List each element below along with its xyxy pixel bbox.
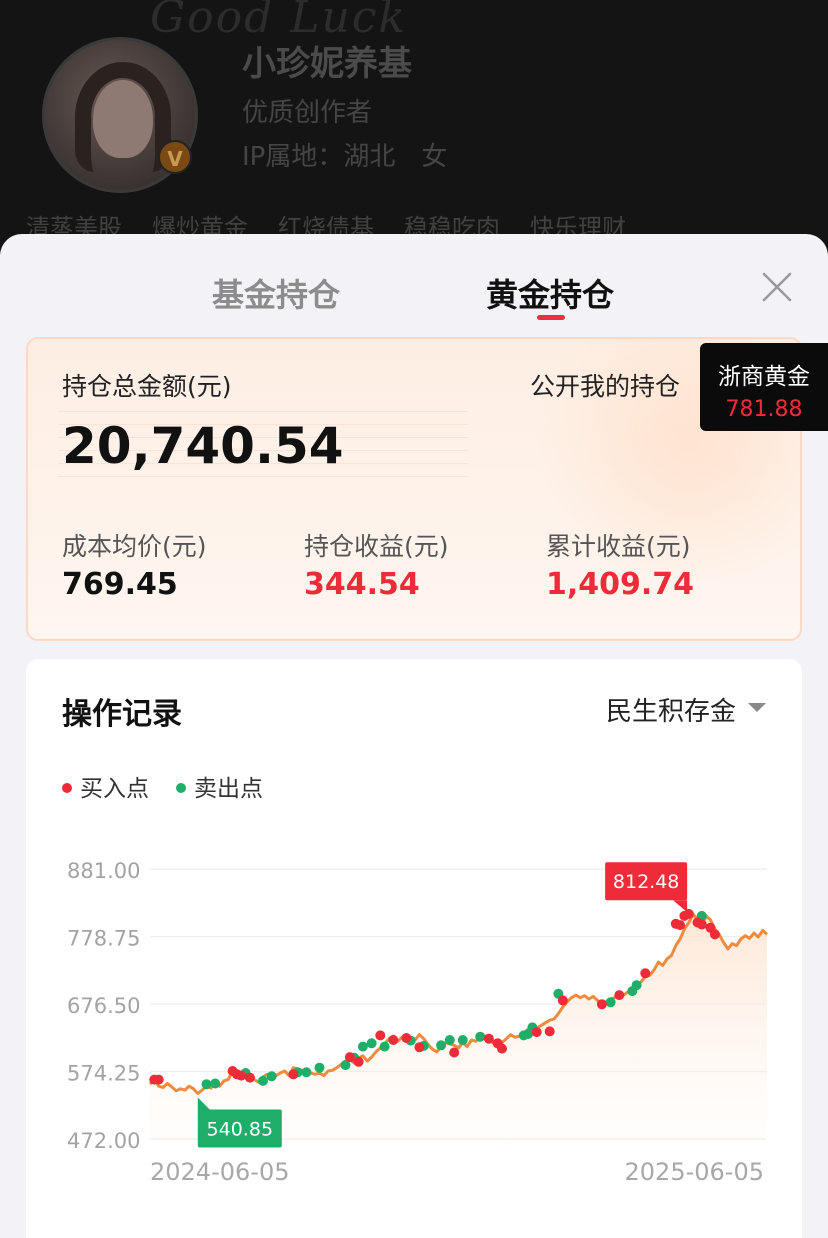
buy-point xyxy=(696,919,707,930)
buy-point xyxy=(640,968,651,979)
sell-point xyxy=(266,1071,277,1082)
sell-point xyxy=(631,980,642,991)
y-tick-label: 574.25 xyxy=(67,1062,140,1086)
high-callout-pointer xyxy=(673,900,688,913)
sell-point xyxy=(357,1041,368,1052)
sell-point xyxy=(457,1035,468,1045)
sell-point xyxy=(210,1078,221,1089)
buy-point xyxy=(531,1027,542,1038)
buy-point xyxy=(153,1074,164,1085)
y-tick-label: 676.50 xyxy=(67,994,140,1018)
x-start-label: 2024-06-05 xyxy=(150,1158,289,1186)
buy-point xyxy=(449,1047,460,1058)
sell-point xyxy=(475,1031,486,1042)
sell-point xyxy=(436,1040,447,1051)
buy-point xyxy=(544,1026,555,1037)
buy-point xyxy=(375,1030,386,1041)
x-end-label: 2025-06-05 xyxy=(625,1158,764,1186)
buy-point xyxy=(497,1043,507,1054)
buy-point xyxy=(483,1033,494,1044)
buy-point xyxy=(353,1056,364,1067)
sell-point xyxy=(201,1079,212,1090)
price-chart[interactable]: 881.00 778.75 676.50 574.25 472.00 812.48 540.… xyxy=(0,0,828,1238)
buy-point xyxy=(709,929,720,940)
buy-point xyxy=(557,995,568,1006)
buy-point xyxy=(614,990,625,1001)
buy-point xyxy=(236,1070,247,1081)
sell-point xyxy=(301,1067,312,1078)
buy-point xyxy=(401,1033,412,1043)
buy-point xyxy=(414,1042,425,1053)
buy-point xyxy=(675,920,686,931)
sell-point xyxy=(605,997,616,1008)
buy-point xyxy=(344,1052,355,1063)
sell-point xyxy=(314,1062,325,1073)
buy-point xyxy=(596,999,607,1010)
low-price-label: 540.85 xyxy=(207,1119,273,1141)
y-tick-label: 472.00 xyxy=(67,1129,140,1153)
y-tick-label: 881.00 xyxy=(67,859,140,883)
sell-point xyxy=(366,1038,377,1049)
buy-point xyxy=(388,1035,399,1045)
sell-point xyxy=(444,1035,455,1045)
y-tick-label: 778.75 xyxy=(67,927,140,951)
high-price-label: 812.48 xyxy=(613,871,679,893)
sell-point xyxy=(379,1041,390,1052)
buy-point xyxy=(288,1069,299,1080)
high-price-callout: 812.48 xyxy=(605,862,688,913)
buy-point xyxy=(244,1072,255,1083)
sell-point xyxy=(258,1075,268,1086)
